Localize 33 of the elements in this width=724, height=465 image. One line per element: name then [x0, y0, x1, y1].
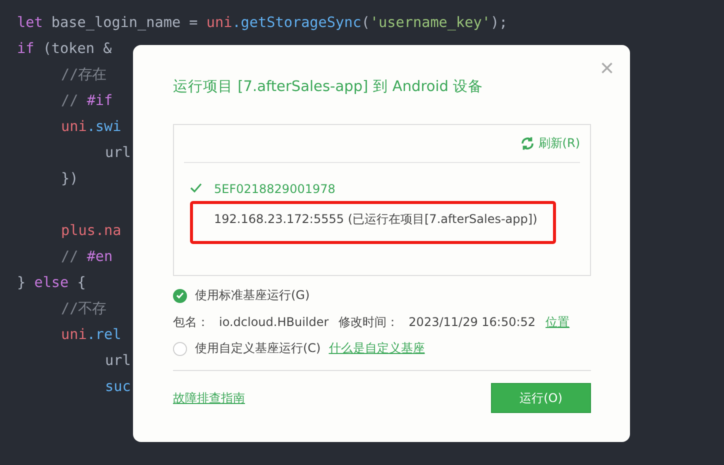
- location-link[interactable]: 位置: [546, 314, 570, 330]
- code-line: url: [105, 144, 131, 163]
- run-button[interactable]: 运行(O): [491, 383, 591, 413]
- modified-label: 修改时间：: [338, 314, 399, 330]
- help-link[interactable]: 什么是自定义基座: [328, 340, 425, 357]
- refresh-icon: [520, 136, 536, 151]
- device-item[interactable]: 5EF0218829001978: [214, 182, 336, 196]
- code-line: uni.swi: [61, 118, 122, 137]
- radio-button[interactable]: [173, 288, 187, 302]
- code-line: suc: [105, 378, 131, 397]
- close-button[interactable]: ×: [600, 57, 614, 81]
- code-line: } else {: [17, 274, 86, 293]
- troubleshooting-link[interactable]: 故障排查指南: [173, 390, 245, 406]
- refresh-button[interactable]: 刷新(R): [520, 135, 580, 152]
- code-line: //存在: [61, 66, 106, 85]
- code-line: plus.na: [61, 222, 122, 241]
- code-line: uni.rel: [61, 326, 122, 345]
- device-item[interactable]: 192.168.23.172:5555 (已运行在项目[7.afterSales-app]): [214, 211, 538, 228]
- code-line: let base_login_name = uni.getStorageSync('username_key');: [17, 14, 508, 33]
- check-icon: [176, 292, 184, 299]
- code-line: }): [61, 170, 78, 189]
- dialog-title: 运行项目 [7.afterSales-app] 到 Android 设备: [173, 78, 484, 97]
- package-label: 包名：: [173, 314, 209, 330]
- radio-button[interactable]: [173, 342, 187, 356]
- option-label: 使用自定义基座运行(C): [195, 340, 321, 357]
- option-label: 使用标准基座运行(G): [195, 287, 310, 304]
- modified-time: 2023/11/29 16:50:52: [408, 315, 536, 329]
- code-line: url: [105, 352, 131, 371]
- code-line: //不存: [61, 300, 106, 319]
- code-line: if (token &: [17, 40, 112, 59]
- code-line: // #if: [61, 92, 113, 111]
- package-name: io.dcloud.HBuilder: [219, 315, 329, 329]
- code-line: // #en: [61, 248, 113, 267]
